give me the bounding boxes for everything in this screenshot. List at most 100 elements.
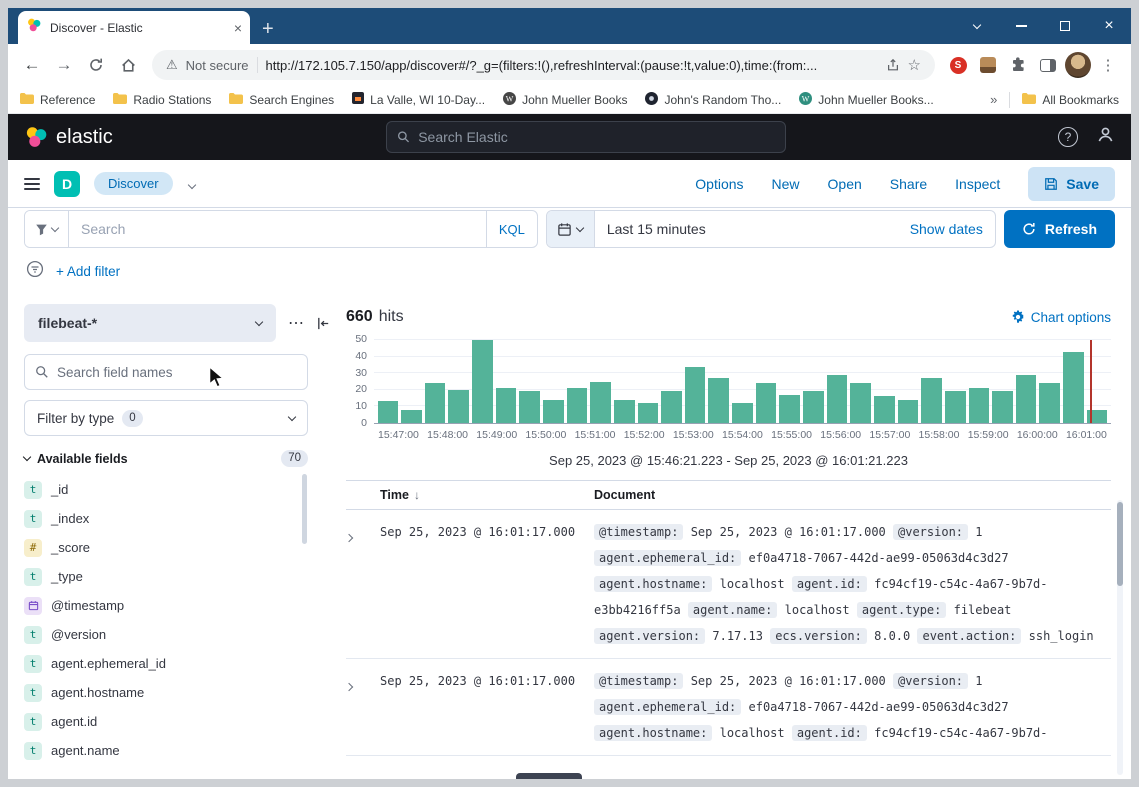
show-dates-button[interactable]: Show dates (898, 211, 995, 247)
field-item[interactable]: t_id (24, 475, 308, 504)
filter-circle-icon[interactable] (26, 260, 44, 283)
global-search-input[interactable] (418, 129, 775, 145)
titlebar[interactable]: Discover - Elastic × + × (8, 8, 1131, 44)
field-search-input[interactable] (57, 365, 297, 380)
add-filter-button[interactable]: + Add filter (56, 264, 120, 279)
histogram-bar[interactable] (779, 395, 800, 423)
field-item[interactable]: tagent.hostname (24, 678, 308, 707)
histogram-bar[interactable] (898, 400, 919, 423)
new-link[interactable]: New (772, 176, 800, 192)
time-column-header[interactable]: Time ↓ (380, 488, 594, 502)
expand-row-button[interactable] (346, 519, 380, 649)
expand-row-button[interactable] (346, 668, 380, 746)
collapse-sidebar-icon[interactable] (316, 316, 331, 331)
field-item[interactable]: t_index (24, 504, 308, 533)
menu-hamburger-icon[interactable] (24, 178, 40, 190)
field-item[interactable]: @timestamp (24, 591, 308, 620)
histogram-bar[interactable] (590, 382, 611, 424)
sidebar-options-icon[interactable]: ⋯ (288, 313, 304, 333)
histogram-bar[interactable] (732, 403, 753, 423)
close-button[interactable]: × (1087, 8, 1131, 44)
histogram-bar[interactable] (378, 401, 399, 423)
security-label[interactable]: Not secure (186, 58, 249, 73)
histogram-bar[interactable] (756, 383, 777, 423)
home-icon[interactable] (114, 51, 142, 79)
histogram-bar[interactable] (401, 410, 422, 423)
field-item[interactable]: tagent.id (24, 707, 308, 736)
extensions-puzzle-icon[interactable] (1005, 52, 1031, 78)
elastic-logo[interactable]: elastic (24, 125, 113, 149)
options-link[interactable]: Options (695, 176, 743, 192)
calendar-button[interactable] (547, 211, 595, 247)
histogram-bar[interactable] (850, 383, 871, 423)
reload-icon[interactable] (82, 51, 110, 79)
filter-by-type-select[interactable]: Filter by type 0 (24, 400, 308, 436)
histogram-bar[interactable] (567, 388, 588, 423)
maximize-button[interactable] (1043, 8, 1087, 44)
field-item[interactable]: tagent.name (24, 736, 308, 765)
field-item[interactable]: tagent.ephemeral_id (24, 649, 308, 678)
bookmark-item[interactable]: Radio Stations (113, 93, 211, 107)
sidebar-scrollbar[interactable] (302, 474, 307, 544)
time-range-button[interactable]: Last 15 minutes (595, 211, 898, 247)
save-button[interactable]: Save (1028, 167, 1115, 201)
scrollbar-thumb[interactable] (1117, 502, 1123, 586)
histogram-bar[interactable] (1039, 383, 1060, 423)
saved-query-menu-button[interactable] (25, 211, 69, 247)
help-icon[interactable]: ? (1058, 127, 1078, 147)
field-item[interactable]: #_score (24, 533, 308, 562)
bookmark-item[interactable]: Search Engines (229, 93, 334, 107)
space-badge[interactable]: D (54, 171, 80, 197)
histogram-bar[interactable] (519, 391, 540, 423)
tab-close-icon[interactable]: × (234, 21, 242, 35)
chrome-menu-icon[interactable]: ⋮ (1095, 52, 1121, 78)
histogram-bar[interactable] (638, 403, 659, 423)
histogram-bar[interactable] (448, 390, 469, 423)
bookmark-star-icon[interactable]: ☆ (908, 56, 921, 74)
query-search-input[interactable] (69, 211, 486, 247)
all-bookmarks-button[interactable]: All Bookmarks (1022, 93, 1119, 107)
side-panel-icon[interactable] (1035, 52, 1061, 78)
share-link[interactable]: Share (890, 176, 927, 192)
field-search[interactable] (24, 354, 308, 390)
histogram-bar[interactable] (472, 340, 493, 423)
breadcrumb-chevron-icon[interactable] (189, 175, 195, 193)
histogram-bar[interactable] (803, 391, 824, 423)
field-item[interactable]: t@version (24, 620, 308, 649)
browser-tab[interactable]: Discover - Elastic × (18, 11, 250, 44)
bookmark-item[interactable]: WJohn Mueller Books... (799, 92, 933, 108)
histogram-bar[interactable] (708, 378, 729, 423)
sort-descending-icon[interactable]: ↓ (414, 488, 420, 502)
bookmark-item[interactable]: John's Random Tho... (645, 92, 781, 108)
histogram-bar[interactable] (874, 396, 895, 423)
minimize-button[interactable] (999, 8, 1043, 44)
url-text[interactable]: http://172.105.7.150/app/discover#/?_g=(… (266, 58, 878, 73)
chart-options-button[interactable]: Chart options (1011, 310, 1111, 325)
histogram-bar[interactable] (945, 391, 966, 423)
new-tab-button[interactable]: + (262, 19, 274, 39)
histogram-bar[interactable] (425, 383, 446, 423)
field-item[interactable]: t_type (24, 562, 308, 591)
refresh-button[interactable]: Refresh (1004, 210, 1115, 248)
bookmark-item[interactable]: Reference (20, 93, 95, 107)
histogram-bar[interactable] (543, 400, 564, 423)
histogram-bar[interactable] (992, 391, 1013, 423)
kql-button[interactable]: KQL (486, 211, 537, 247)
histogram-bar[interactable] (685, 367, 706, 423)
extension-icon-1[interactable]: S (945, 52, 971, 78)
table-scrollbar[interactable] (1117, 500, 1123, 775)
open-link[interactable]: Open (828, 176, 862, 192)
bookmark-item[interactable]: La Valle, WI 10-Day... (352, 92, 485, 107)
user-menu-icon[interactable] (1096, 125, 1115, 149)
histogram-bar[interactable] (614, 400, 635, 423)
tab-search-button[interactable] (955, 8, 999, 44)
available-fields-header[interactable]: Available fields 70 (24, 450, 308, 467)
inspect-link[interactable]: Inspect (955, 176, 1000, 192)
global-search[interactable] (386, 121, 786, 153)
extension-icon-2[interactable] (975, 52, 1001, 78)
histogram-bar[interactable] (1063, 352, 1084, 423)
histogram-bar[interactable] (496, 388, 517, 423)
histogram-bar[interactable] (661, 391, 682, 423)
share-icon[interactable] (886, 58, 900, 72)
histogram-bar[interactable] (921, 378, 942, 423)
